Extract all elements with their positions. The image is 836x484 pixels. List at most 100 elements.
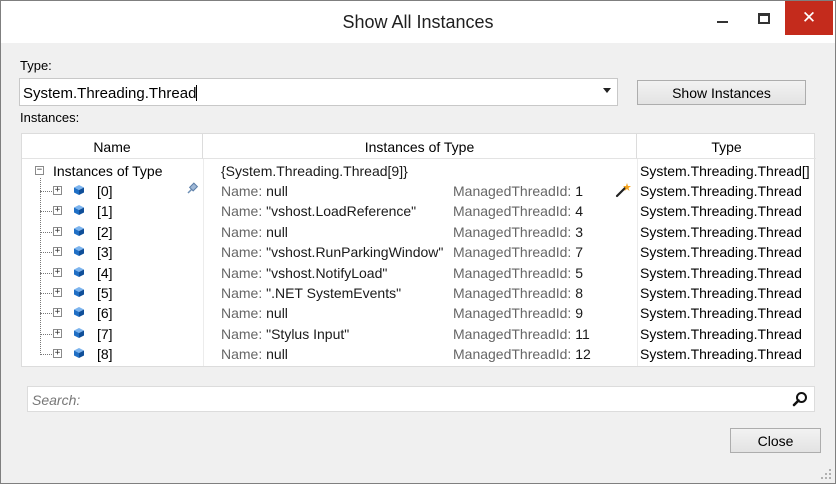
maximize-button[interactable] (743, 1, 785, 35)
instance-row[interactable]: + [4] Name: "vshost.NotifyLoad" ManagedThre… (22, 263, 816, 283)
expand-icon[interactable]: + (53, 206, 62, 216)
instances-label: Instances: (20, 110, 80, 125)
instance-type: System.Threading.Thread (640, 244, 802, 261)
tree-connector (40, 272, 54, 274)
close-window-button[interactable]: ✕ (785, 1, 833, 35)
tree-connector (40, 231, 54, 233)
instance-type: System.Threading.Thread (640, 264, 802, 281)
type-label: Type: (20, 58, 52, 73)
tree-connector (40, 313, 54, 315)
column-header-instances[interactable]: Instances of Type (203, 134, 637, 159)
object-cube-icon (74, 307, 84, 318)
magic-wand-icon[interactable] (614, 181, 632, 199)
name-field-label: Name: (221, 285, 263, 301)
dropdown-arrow-icon[interactable] (603, 88, 611, 93)
thread-id-label: ManagedThreadId: (453, 264, 572, 281)
thread-id-value: 8 (575, 285, 583, 301)
resize-grip-icon[interactable] (820, 468, 832, 480)
expand-icon[interactable]: + (53, 186, 62, 195)
instance-name: [1] (97, 203, 113, 220)
name-field-label: Name: (221, 325, 263, 342)
instance-name: [4] (97, 264, 113, 281)
thread-id-value: 1 (575, 183, 583, 199)
object-cube-icon (74, 327, 84, 338)
column-header-type[interactable]: Type (637, 134, 816, 159)
root-name: Instances of Type (53, 163, 163, 179)
name-field-label: Name: (221, 264, 263, 281)
name-field-label: Name: (221, 223, 263, 240)
expand-icon[interactable]: + (53, 247, 62, 257)
column-header-name[interactable]: Name (22, 134, 203, 159)
instance-type: System.Threading.Thread (640, 325, 802, 342)
search-box[interactable]: Search: (27, 386, 815, 412)
instances-grid[interactable]: Name Instances of Type Type − Instances … (21, 133, 816, 367)
expand-icon[interactable]: + (53, 349, 62, 359)
instance-type: System.Threading.Thread (640, 203, 802, 220)
name-field-label: Name: (221, 203, 263, 220)
instance-row[interactable]: + [8] Name: null ManagedThreadId: 12 System.… (22, 344, 816, 364)
object-cube-icon (74, 205, 84, 216)
instance-row[interactable]: + [0] Name: null ManagedThreadId: 1 System.T… (22, 181, 816, 201)
object-cube-icon (74, 348, 84, 359)
instance-name: [2] (97, 223, 113, 240)
expand-icon[interactable]: + (53, 288, 62, 297)
tree-root-row[interactable]: − Instances of Type {System.Threading.Th… (22, 161, 816, 181)
tree-connector (40, 354, 54, 356)
object-cube-icon (74, 246, 84, 257)
name-field-value: "vshost.NotifyLoad" (266, 264, 388, 281)
thread-id-value: 9 (575, 305, 583, 322)
expand-icon[interactable]: + (53, 226, 62, 236)
expand-icon[interactable]: + (53, 267, 62, 277)
instance-type: System.Threading.Thread (640, 223, 802, 240)
instance-row[interactable]: + [7] Name: "Stylus Input" ManagedThreadId:… (22, 324, 816, 344)
search-icon[interactable] (792, 391, 808, 407)
thread-id-label: ManagedThreadId: (453, 285, 572, 301)
object-cube-icon (74, 287, 84, 297)
title-bar: Show All Instances ✕ (1, 1, 835, 43)
instance-row[interactable]: + [5] Name: ".NET SystemEvents" ManagedThre… (22, 283, 816, 303)
expand-icon[interactable]: + (53, 308, 62, 318)
tree-connector (40, 293, 54, 294)
instance-row[interactable]: + [1] Name: "vshost.LoadReference" ManagedT… (22, 201, 816, 221)
thread-id-label: ManagedThreadId: (453, 183, 572, 199)
minimize-icon (716, 21, 728, 23)
name-field-value: "vshost.RunParkingWindow" (266, 244, 444, 261)
instance-row[interactable]: + [2] Name: null ManagedThreadId: 3 System.T… (22, 222, 816, 242)
type-value: System.Threading.Thread (23, 85, 197, 102)
instance-type: System.Threading.Thread (640, 305, 802, 322)
tree-connector (40, 252, 54, 254)
thread-id-value: 11 (575, 325, 590, 342)
instance-row[interactable]: + [6] Name: null ManagedThreadId: 9 System.T… (22, 303, 816, 323)
name-field-value: null (266, 183, 288, 199)
instance-name: [7] (97, 325, 113, 342)
pin-icon[interactable] (185, 182, 199, 196)
search-placeholder: Search: (32, 392, 81, 408)
instance-name: [6] (97, 305, 113, 322)
show-all-instances-window: Show All Instances ✕ Type: System.Thread… (0, 0, 836, 484)
show-instances-button[interactable]: Show Instances (637, 80, 806, 105)
tree-connector (40, 333, 54, 335)
close-button[interactable]: Close (730, 428, 821, 453)
object-cube-icon (74, 266, 84, 277)
instance-name: [8] (97, 346, 113, 363)
maximize-icon (758, 12, 770, 24)
text-caret (196, 85, 198, 101)
instance-row[interactable]: + [3] Name: "vshost.RunParkingWindow" Manag… (22, 242, 816, 262)
thread-id-value: 4 (575, 203, 583, 220)
object-cube-icon (74, 185, 84, 195)
name-field-value: "Stylus Input" (266, 325, 350, 342)
name-field-label: Name: (221, 305, 263, 322)
root-type: System.Threading.Thread[] (640, 163, 810, 179)
object-cube-icon (74, 225, 84, 236)
collapse-icon[interactable]: − (35, 166, 44, 175)
tree-connector (40, 211, 54, 213)
type-combobox[interactable]: System.Threading.Thread (19, 78, 618, 106)
root-value: {System.Threading.Thread[9]} (221, 163, 408, 179)
instance-name: [0] (97, 183, 113, 199)
thread-id-label: ManagedThreadId: (453, 346, 572, 363)
name-field-label: Name: (221, 183, 263, 199)
instance-type: System.Threading.Thread (640, 183, 802, 199)
minimize-button[interactable] (701, 1, 743, 35)
thread-id-value: 3 (575, 223, 583, 240)
expand-icon[interactable]: + (53, 328, 62, 338)
